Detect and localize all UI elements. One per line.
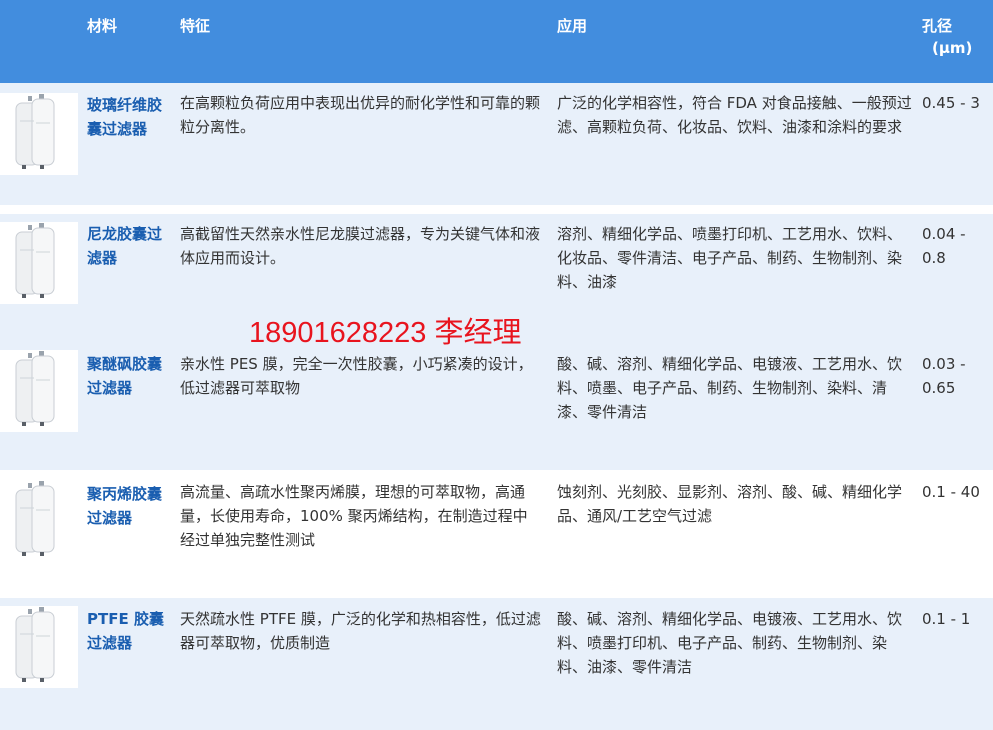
material-name: PTFE 胶囊过滤器 bbox=[87, 610, 164, 652]
pore-size: 0.1 - 1 bbox=[922, 610, 971, 628]
header-pore-label: 孔径 bbox=[922, 17, 953, 35]
feature-text: 亲水性 PES 膜，完全一次性胶囊，小巧紧凑的设计，低过滤器可萃取物 bbox=[180, 355, 533, 397]
capsule-filter-icon bbox=[0, 606, 78, 688]
pore-size: 0.1 - 40 bbox=[922, 483, 980, 501]
pore-size: 0.04 - 0.8 bbox=[922, 225, 966, 267]
application-text: 酸、碱、溶剂、精细化学品、电镀液、工艺用水、饮料、喷墨打印机、电子产品、制药、生… bbox=[557, 610, 903, 676]
table-row: 聚丙烯胶囊过滤器 高流量、高疏水性聚丙烯膜，理想的可萃取物，高通量，长使用寿命，… bbox=[0, 470, 993, 598]
application-text: 酸、碱、溶剂、精细化学品、电镀液、工艺用水、饮料、喷墨、电子产品、制药、生物制剂… bbox=[557, 355, 903, 421]
row-divider bbox=[0, 205, 993, 214]
material-name: 玻璃纤维胶囊过滤器 bbox=[87, 96, 163, 138]
table-row: PTFE 胶囊过滤器 天然疏水性 PTFE 膜，广泛的化学和热相容性，低过滤器可… bbox=[0, 598, 993, 730]
table-row: 玻璃纤维胶囊过滤器 在高颗粒负荷应用中表现出优异的耐化学性和可靠的颗粒分离性。 … bbox=[0, 83, 993, 205]
header-pore-unit: (μm) bbox=[932, 39, 973, 57]
header-application: 应用 bbox=[557, 17, 588, 35]
table-row: 聚醚砜胶囊过滤器 亲水性 PES 膜，完全一次性胶囊，小巧紧凑的设计，低过滤器可… bbox=[0, 342, 993, 470]
application-text: 蚀刻剂、光刻胶、显影剂、溶剂、酸、碱、精细化学品、通风/工艺空气过滤 bbox=[557, 483, 903, 525]
contact-watermark: 18901628223 李经理 bbox=[249, 317, 522, 349]
capsule-filter-icon bbox=[0, 93, 78, 175]
pore-size: 0.45 - 3 bbox=[922, 94, 980, 112]
pore-size: 0.03 - 0.65 bbox=[922, 355, 966, 397]
header-pore-size: 孔径 (μm) bbox=[922, 15, 973, 59]
feature-text: 天然疏水性 PTFE 膜，广泛的化学和热相容性，低过滤器可萃取物，优质制造 bbox=[180, 610, 541, 652]
feature-text: 高流量、高疏水性聚丙烯膜，理想的可萃取物，高通量，长使用寿命，100% 聚丙烯结… bbox=[180, 483, 528, 549]
material-name: 聚丙烯胶囊过滤器 bbox=[87, 485, 163, 527]
application-text: 广泛的化学相容性，符合 FDA 对食品接触、一般预过滤、高颗粒负荷、化妆品、饮料… bbox=[557, 94, 912, 136]
header-feature: 特征 bbox=[180, 17, 211, 35]
material-name: 聚醚砜胶囊过滤器 bbox=[87, 355, 163, 397]
capsule-filter-icon bbox=[0, 222, 78, 304]
feature-text: 高截留性天然亲水性尼龙膜过滤器，专为关键气体和液体应用而设计。 bbox=[180, 225, 541, 267]
table-header: 材料 特征 应用 孔径 (μm) bbox=[0, 0, 993, 83]
feature-text: 在高颗粒负荷应用中表现出优异的耐化学性和可靠的颗粒分离性。 bbox=[180, 94, 541, 136]
capsule-filter-icon bbox=[0, 350, 78, 432]
application-text: 溶剂、精细化学品、喷墨打印机、工艺用水、饮料、化妆品、零件清洁、电子产品、制药、… bbox=[557, 225, 903, 291]
material-name: 尼龙胶囊过滤器 bbox=[87, 225, 163, 267]
capsule-filter-icon bbox=[0, 480, 78, 562]
header-material: 材料 bbox=[87, 17, 118, 35]
